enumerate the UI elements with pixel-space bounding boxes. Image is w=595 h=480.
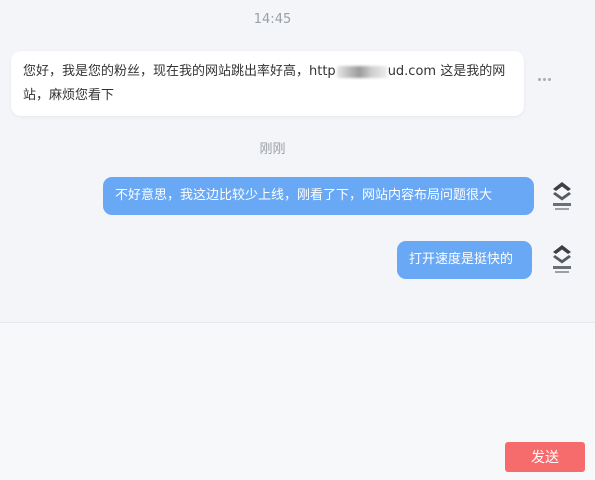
timestamp: 14:45 (253, 12, 292, 27)
message-list[interactable]: 14:45 您好，我是您的粉丝，现在我的网站跳出率好高，http ud.com 这… (0, 0, 595, 322)
outgoing-message[interactable]: 不好意思，我这边比较少上线，刚看了下，网站内容布局问题很大 (103, 177, 534, 215)
brand-logo-icon[interactable] (551, 181, 573, 213)
redacted-url-blur (336, 65, 387, 78)
chat-window: 14:45 您好，我是您的粉丝，现在我的网站跳出率好高，http ud.com 这… (0, 0, 595, 480)
brand-logo-icon[interactable] (551, 244, 573, 276)
message-input[interactable] (10, 333, 589, 437)
incoming-message[interactable]: 您好，我是您的粉丝，现在我的网站跳出率好高，http ud.com 这是我的网站，… (11, 51, 524, 116)
dot (542, 77, 546, 81)
timestamp: 刚刚 (259, 142, 286, 157)
dot (537, 77, 541, 81)
compose-area: 发送 (0, 323, 595, 480)
outgoing-message[interactable]: 打开速度是挺快的 (397, 241, 532, 279)
more-options-icon[interactable] (535, 70, 553, 88)
incoming-message-text-part1: 您好，我是您的粉丝，现在我的网站跳出率好高，http (23, 64, 336, 79)
dot (547, 77, 551, 81)
send-button[interactable]: 发送 (505, 442, 585, 472)
